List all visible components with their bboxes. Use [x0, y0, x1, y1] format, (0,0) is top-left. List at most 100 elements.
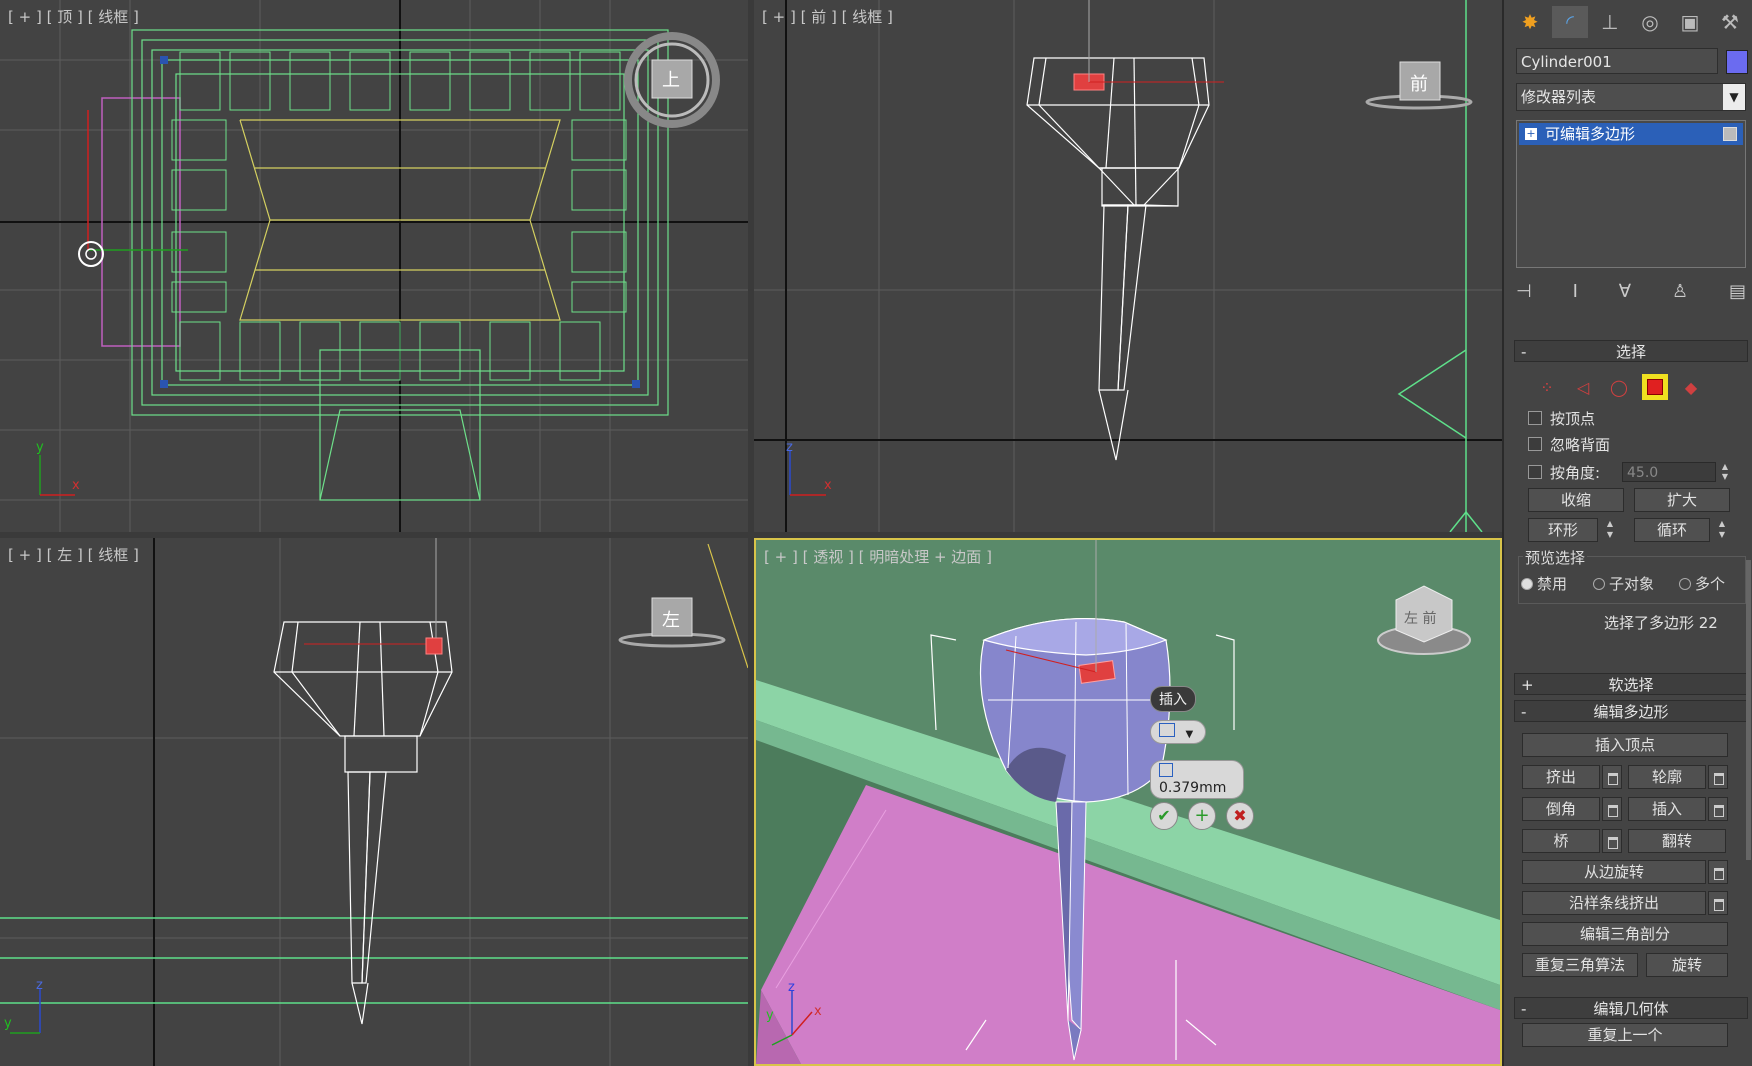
- viewport-left[interactable]: [ + ] [ 左 ] [ 线框 ] 左 z y: [0, 538, 748, 1066]
- modifier-stack[interactable]: + 可编辑多边形: [1516, 120, 1746, 268]
- show-end-result-icon[interactable]: Ⅰ: [1573, 281, 1578, 302]
- inset-settings-button[interactable]: [1708, 797, 1728, 821]
- viewport-perspective[interactable]: [ + ] [ 透视 ] [ 明暗处理 + 边面 ] 左 前 z y x 插入 …: [754, 538, 1502, 1066]
- ignore-backfacing-checkbox[interactable]: 忽略背面: [1528, 434, 1610, 455]
- bevel-button[interactable]: 倒角: [1522, 797, 1600, 821]
- axis-label-z: z: [786, 440, 793, 455]
- stack-item-label: 可编辑多边形: [1545, 125, 1636, 143]
- insert-vertex-button[interactable]: 插入顶点: [1522, 733, 1728, 757]
- inset-amount-field[interactable]: 0.379mm: [1150, 760, 1244, 799]
- object-name-field[interactable]: Cylinder001: [1516, 48, 1718, 74]
- viewport-label[interactable]: [ + ] [ 左 ] [ 线框 ]: [8, 544, 139, 565]
- amount-icon: [1159, 763, 1173, 777]
- caddy-group-dropdown[interactable]: ▼: [1150, 720, 1206, 744]
- inset-button[interactable]: 插入: [1628, 797, 1706, 821]
- display-icon: ▣: [1680, 10, 1700, 34]
- modifier-list-label: 修改器列表: [1521, 88, 1597, 106]
- inset-amount-value: 0.379mm: [1159, 780, 1227, 796]
- caddy-ok-button[interactable]: ✔: [1150, 802, 1178, 830]
- by-vertex-label: 按顶点: [1550, 410, 1596, 428]
- plus-icon: +: [1194, 805, 1210, 826]
- extrude-along-spline-button[interactable]: 沿样条线挤出: [1522, 891, 1706, 915]
- viewport-front[interactable]: [ + ] [ 前 ] [ 线框 ] 前 z x: [754, 0, 1502, 532]
- hinge-settings-button[interactable]: [1708, 860, 1728, 884]
- x-icon: ✖: [1233, 806, 1247, 825]
- group-icon: [1159, 723, 1175, 737]
- ring-spinner-icon[interactable]: ▲ ▼: [1602, 518, 1618, 542]
- remove-modifier-icon[interactable]: ♙: [1672, 281, 1688, 302]
- extrude-button[interactable]: 挤出: [1522, 765, 1600, 789]
- caddy-title-text: 插入: [1159, 692, 1187, 708]
- vertex-mode-icon[interactable]: ⁘: [1534, 374, 1560, 400]
- bridge-settings-button[interactable]: [1602, 829, 1622, 853]
- panel-tabs: ✸ ◜ ⊥ ◎ ▣ ⚒: [1512, 6, 1748, 40]
- soft-selection-rollout-header[interactable]: + 软选择: [1514, 673, 1748, 695]
- grow-button[interactable]: 扩大: [1634, 488, 1730, 512]
- viewcube-label[interactable]: 前: [1410, 70, 1428, 96]
- stack-item-editable-poly[interactable]: + 可编辑多边形: [1519, 123, 1743, 145]
- modify-tab[interactable]: ◜: [1552, 6, 1588, 38]
- ring-button[interactable]: 环形: [1528, 518, 1598, 542]
- edit-triangulation-button[interactable]: 编辑三角剖分: [1522, 922, 1728, 946]
- viewport-label[interactable]: [ + ] [ 透视 ] [ 明暗处理 + 边面 ]: [764, 546, 992, 567]
- chevron-down-icon: ▼: [1185, 729, 1194, 740]
- rollout-title: 软选择: [1608, 676, 1654, 694]
- bevel-settings-button[interactable]: [1602, 797, 1622, 821]
- preview-multi-radio[interactable]: 多个: [1679, 573, 1725, 594]
- utilities-tab[interactable]: ⚒: [1712, 6, 1748, 38]
- preview-subobj-radio[interactable]: 子对象: [1593, 573, 1654, 594]
- preview-off-radio[interactable]: 禁用: [1521, 573, 1567, 594]
- edge-mode-icon[interactable]: ◁: [1570, 374, 1596, 400]
- collapse-sign: -: [1521, 703, 1527, 721]
- viewcube-label[interactable]: 左 前: [1404, 608, 1436, 628]
- create-icon: ✸: [1521, 10, 1539, 34]
- loop-spinner-icon[interactable]: ▲ ▼: [1714, 518, 1730, 542]
- utilities-icon: ⚒: [1721, 10, 1739, 34]
- by-vertex-checkbox[interactable]: 按顶点: [1528, 408, 1595, 429]
- panel-scrollbar[interactable]: [1746, 560, 1751, 860]
- hierarchy-tab[interactable]: ⊥: [1592, 6, 1628, 38]
- viewport-label[interactable]: [ + ] [ 顶 ] [ 线框 ]: [8, 6, 139, 27]
- viewcube-label[interactable]: 左: [662, 606, 680, 632]
- viewport-label[interactable]: [ + ] [ 前 ] [ 线框 ]: [762, 6, 893, 27]
- element-mode-icon[interactable]: ◆: [1678, 374, 1704, 400]
- flip-button[interactable]: 翻转: [1628, 829, 1726, 853]
- repeat-last-button[interactable]: 重复上一个: [1522, 1023, 1728, 1047]
- edit-geometry-rollout-header[interactable]: - 编辑几何体: [1514, 997, 1748, 1019]
- make-unique-icon[interactable]: ∀: [1619, 281, 1631, 302]
- motion-tab[interactable]: ◎: [1632, 6, 1668, 38]
- selection-rollout-header[interactable]: - 选择: [1514, 340, 1748, 362]
- motion-icon: ◎: [1641, 10, 1659, 34]
- extrude-settings-button[interactable]: [1602, 765, 1622, 789]
- axis-label-x: x: [824, 478, 832, 493]
- caddy-apply-button[interactable]: +: [1188, 802, 1216, 830]
- object-color-swatch[interactable]: [1726, 50, 1748, 74]
- toggle-box-icon[interactable]: [1723, 127, 1737, 141]
- border-mode-icon[interactable]: ◯: [1606, 374, 1632, 400]
- angle-spinner[interactable]: 45.0: [1622, 462, 1716, 482]
- outline-settings-button[interactable]: [1708, 765, 1728, 789]
- outline-button[interactable]: 轮廓: [1628, 765, 1706, 789]
- configure-sets-icon[interactable]: ▤: [1729, 281, 1746, 302]
- polygon-mode-icon[interactable]: [1642, 374, 1668, 400]
- display-tab[interactable]: ▣: [1672, 6, 1708, 38]
- shrink-button[interactable]: 收缩: [1528, 488, 1624, 512]
- viewport-top[interactable]: [ + ] [ 顶 ] [ 线框 ] 上 y x: [0, 0, 748, 532]
- extrude-spline-settings-button[interactable]: [1708, 891, 1728, 915]
- expand-icon[interactable]: +: [1525, 128, 1537, 140]
- hinge-from-edge-button[interactable]: 从边旋转: [1522, 860, 1706, 884]
- spinner-arrows-icon[interactable]: ▲ ▼: [1718, 462, 1732, 482]
- caddy-cancel-button[interactable]: ✖: [1226, 802, 1254, 830]
- viewcube-label[interactable]: 上: [662, 66, 680, 92]
- angle-value: 45.0: [1627, 465, 1659, 481]
- turn-button[interactable]: 旋转: [1646, 953, 1728, 977]
- loop-button[interactable]: 循环: [1634, 518, 1710, 542]
- collapse-sign: -: [1521, 343, 1527, 361]
- by-angle-checkbox[interactable]: 按角度:: [1528, 462, 1600, 483]
- pin-stack-icon[interactable]: ⊣: [1516, 281, 1532, 302]
- create-tab[interactable]: ✸: [1512, 6, 1548, 38]
- retriangulate-button[interactable]: 重复三角算法: [1522, 953, 1638, 977]
- bridge-button[interactable]: 桥: [1522, 829, 1600, 853]
- modifier-list-dropdown[interactable]: 修改器列表 ▼: [1516, 83, 1746, 111]
- edit-polygons-rollout-header[interactable]: - 编辑多边形: [1514, 700, 1748, 722]
